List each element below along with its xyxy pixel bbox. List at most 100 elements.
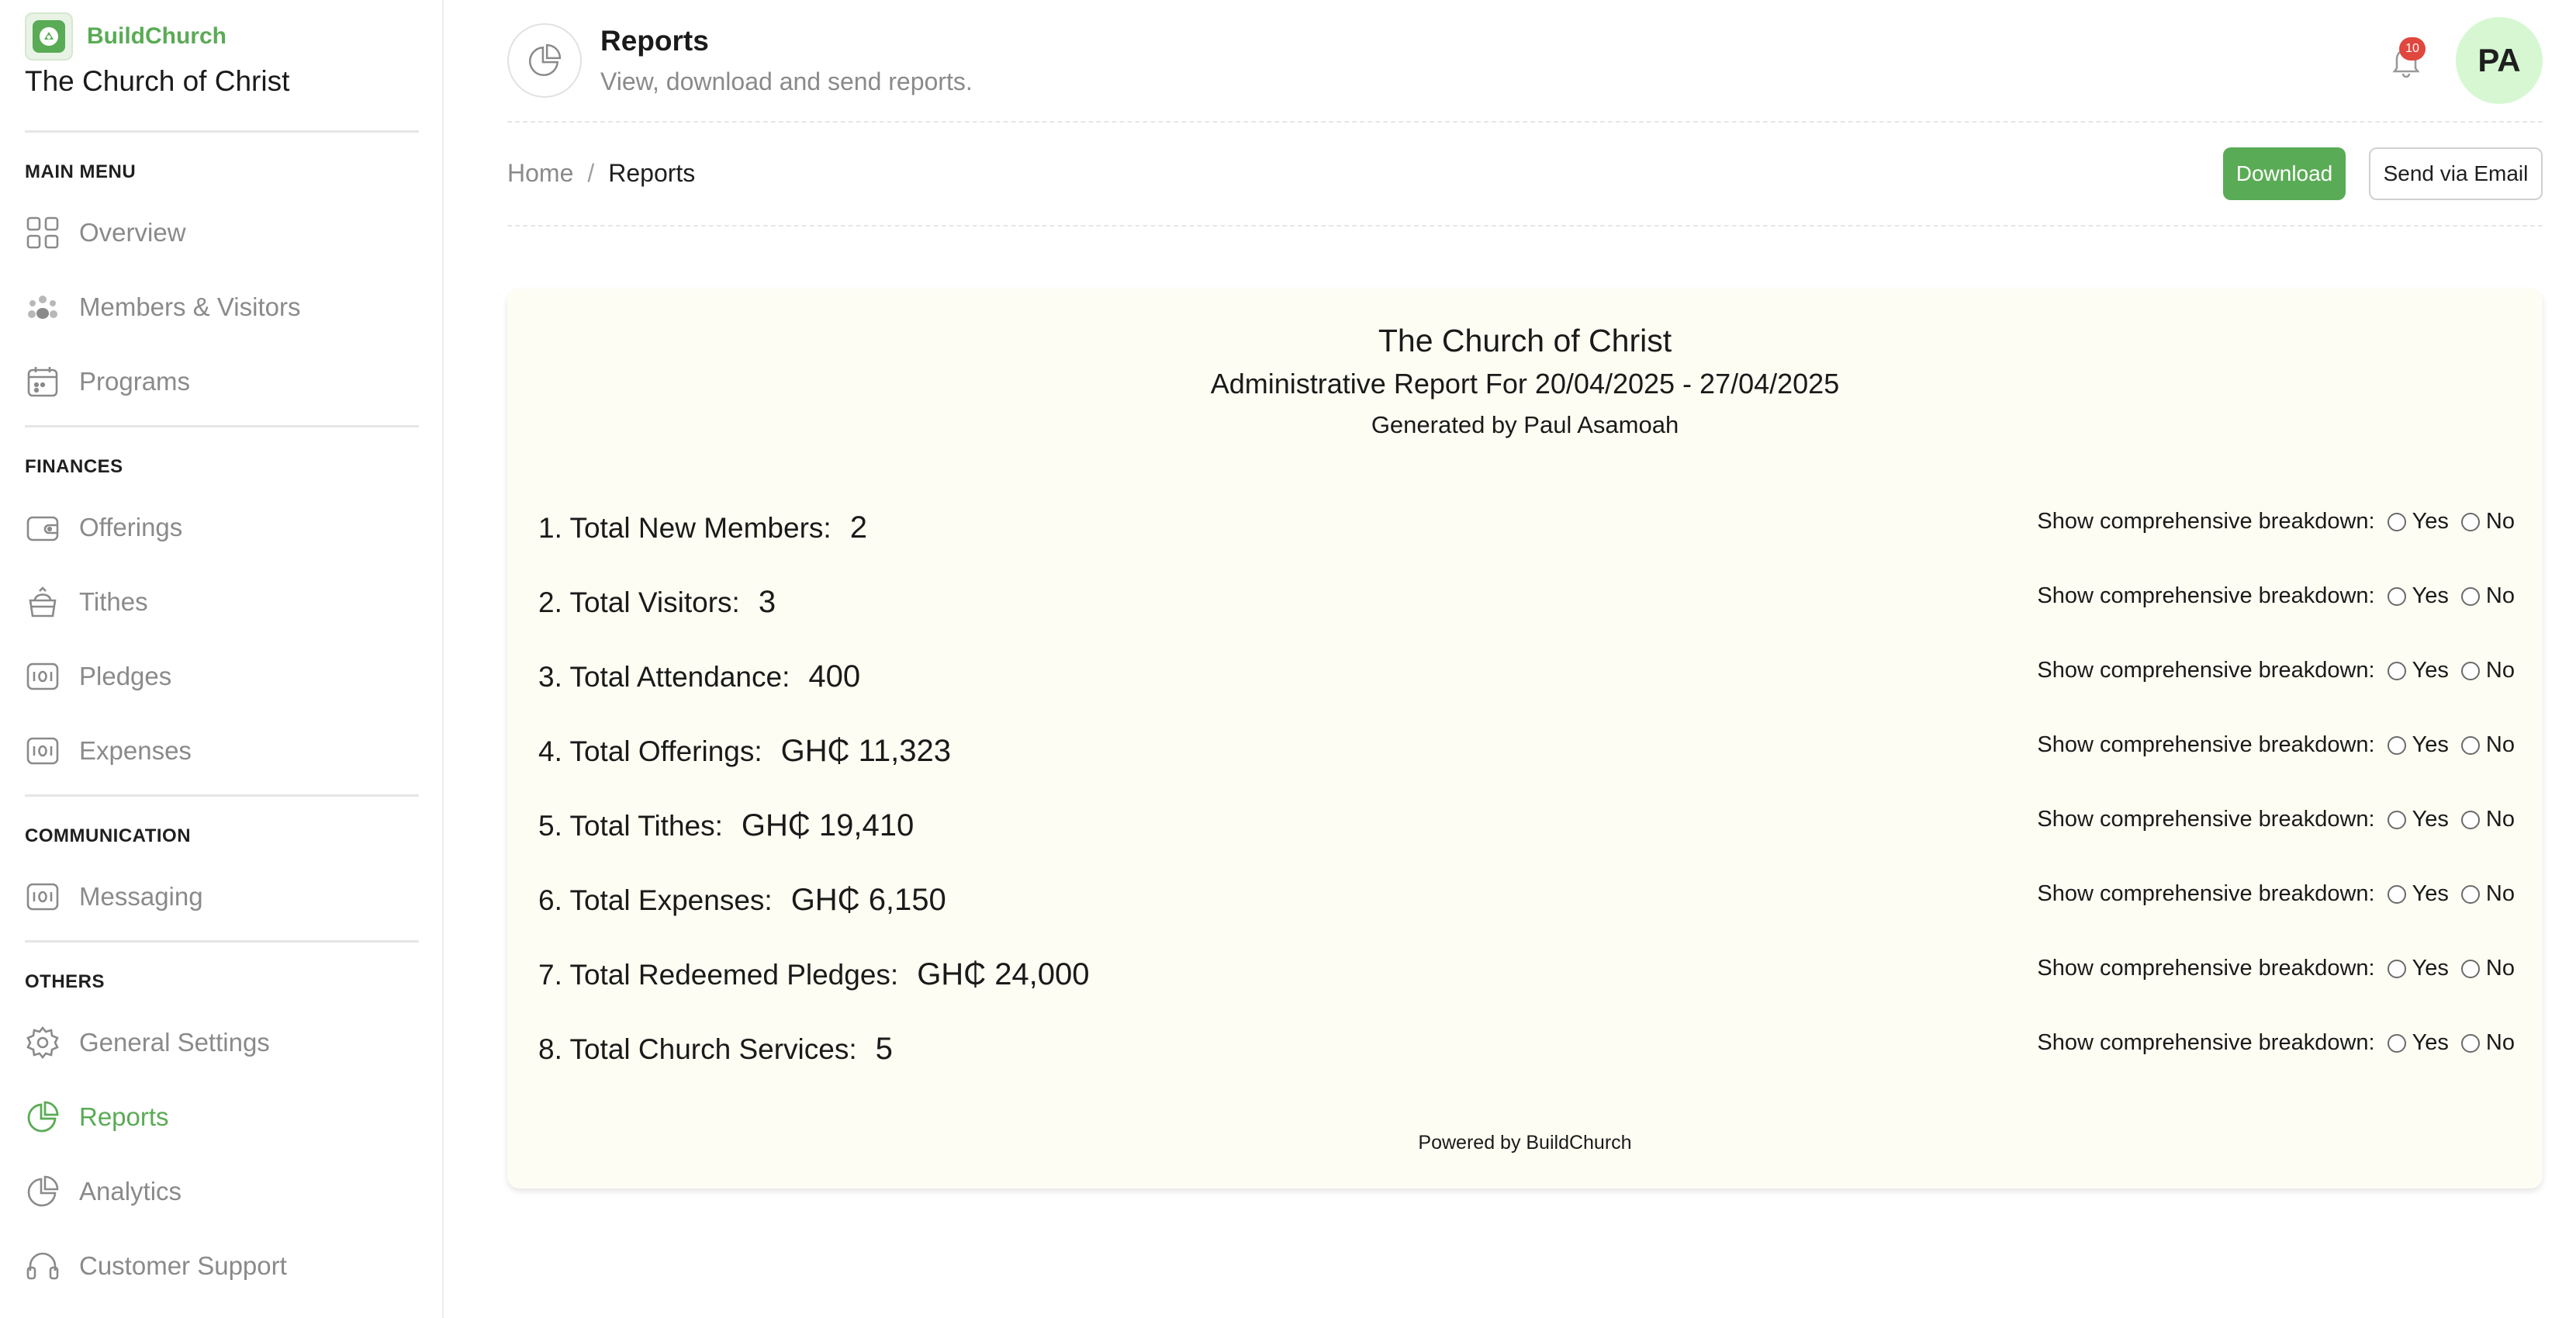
sidebar-item-label: Members & Visitors	[79, 292, 301, 321]
breakdown-no-radio[interactable]	[2460, 884, 2480, 904]
breakdown-yes-radio[interactable]	[2387, 884, 2406, 904]
row-value: GH₵ 19,410	[741, 808, 915, 842]
report-subtitle: Administrative Report For 20/04/2025 - 2…	[1210, 368, 1840, 400]
breakdown-no-radio[interactable]	[2460, 735, 2480, 755]
brand[interactable]: BuildChurch	[25, 12, 226, 61]
breakdown-no-radio[interactable]	[2460, 512, 2480, 531]
breakdown-yes-radio[interactable]	[2387, 810, 2406, 829]
breakdown-label: Show comprehensive breakdown:	[2037, 732, 2375, 757]
sidebar-item-label: Offerings	[79, 513, 183, 541]
sidebar-item-label: General Settings	[79, 1028, 270, 1057]
breadcrumb-home-link[interactable]: Home	[507, 159, 573, 188]
toolbar-divider	[507, 225, 2543, 227]
sidebar-item-expenses[interactable]: Expenses	[25, 726, 192, 776]
report-row-redeemed-pledges: 7. Total Redeemed Pledges: GH₵ 24,000 Sho…	[538, 951, 2515, 998]
user-avatar[interactable]: PA	[2456, 17, 2543, 104]
brand-name: BuildChurch	[87, 23, 226, 49]
no-label: No	[2485, 881, 2515, 906]
headset-icon	[25, 1248, 61, 1284]
breakdown-no-radio[interactable]	[2460, 661, 2480, 680]
row-value: GH₵ 6,150	[790, 883, 946, 917]
section-others: OTHERS	[25, 971, 105, 992]
breakdown-yes-radio[interactable]	[2387, 959, 2406, 978]
report-generated-by: Generated by Paul Asamoah	[1371, 411, 1679, 438]
breakdown-options: Show comprehensive breakdown: Yes No	[2037, 1030, 2515, 1056]
header-divider	[507, 121, 2543, 123]
breakdown-yes-radio[interactable]	[2387, 735, 2406, 755]
sidebar-item-offerings[interactable]: Offerings	[25, 503, 182, 552]
breakdown-label: Show comprehensive breakdown:	[2037, 956, 2375, 981]
no-label: No	[2485, 1030, 2515, 1055]
no-label: No	[2485, 583, 2515, 608]
breadcrumb: Home / Reports	[507, 159, 695, 188]
breakdown-label: Show comprehensive breakdown:	[2037, 881, 2375, 906]
page-title: Reports	[600, 25, 709, 57]
church-name: The Church of Christ	[25, 65, 290, 97]
sidebar-item-overview[interactable]: Overview	[25, 208, 186, 258]
sidebar-item-members-visitors[interactable]: Members & Visitors	[25, 282, 300, 332]
sidebar-item-analytics[interactable]: Analytics	[25, 1167, 182, 1216]
row-value: GH₵ 24,000	[917, 957, 1090, 991]
no-label: No	[2485, 509, 2515, 534]
money-icon	[25, 733, 61, 769]
yes-label: Yes	[2412, 583, 2449, 608]
breakdown-no-radio[interactable]	[2460, 586, 2480, 606]
sidebar-item-label: Reports	[79, 1102, 169, 1131]
money-icon	[25, 879, 61, 915]
download-button[interactable]: Download	[2223, 147, 2346, 200]
report-row-church-services: 8. Total Church Services: 5 Show comprehe…	[538, 1026, 2515, 1072]
row-value: 400	[808, 659, 861, 694]
report-card: The Church of Christ Administrative Repo…	[507, 289, 2543, 1188]
sidebar-item-programs[interactable]: Programs	[25, 357, 190, 406]
sidebar-item-messaging[interactable]: Messaging	[25, 872, 203, 922]
breakdown-label: Show comprehensive breakdown:	[2037, 807, 2375, 832]
breakdown-no-radio[interactable]	[2460, 1033, 2480, 1053]
breakdown-label: Show comprehensive breakdown:	[2037, 509, 2375, 534]
sidebar-item-label: Analytics	[79, 1177, 182, 1206]
yes-label: Yes	[2412, 658, 2449, 683]
yes-label: Yes	[2412, 1030, 2449, 1055]
report-row-expenses: 6. Total Expenses: GH₵ 6,150 Show compreh…	[538, 877, 2515, 923]
report-row-visitors: 2. Total Visitors: 3 Show comprehensive b…	[538, 579, 2515, 625]
report-row-tithes: 5. Total Tithes: GH₵ 19,410 Show comprehe…	[538, 802, 2515, 849]
breakdown-options: Show comprehensive breakdown: Yes No	[2037, 509, 2515, 534]
yes-label: Yes	[2412, 956, 2449, 981]
breakdown-no-radio[interactable]	[2460, 959, 2480, 978]
row-value: 2	[849, 510, 867, 545]
buildchurch-logo-icon	[25, 12, 73, 61]
yes-label: Yes	[2412, 509, 2449, 534]
sidebar-item-label: Overview	[79, 218, 186, 247]
breakdown-yes-radio[interactable]	[2387, 661, 2406, 680]
breakdown-no-radio[interactable]	[2460, 810, 2480, 829]
breakdown-label: Show comprehensive breakdown:	[2037, 658, 2375, 683]
breadcrumb-current: Reports	[608, 159, 696, 187]
sidebar-item-label: Customer Support	[79, 1251, 287, 1280]
row-value: GH₵ 11,323	[780, 734, 952, 768]
breakdown-options: Show comprehensive breakdown: Yes No	[2037, 658, 2515, 683]
row-label: 6. Total Expenses:	[538, 884, 773, 916]
breakdown-options: Show comprehensive breakdown: Yes No	[2037, 732, 2515, 758]
report-title: The Church of Christ	[1378, 323, 1672, 358]
send-via-email-button[interactable]: Send via Email	[2369, 147, 2543, 200]
row-label: 3. Total Attendance:	[538, 661, 790, 693]
row-label: 4. Total Offerings:	[538, 735, 762, 767]
breakdown-options: Show comprehensive breakdown: Yes No	[2037, 583, 2515, 609]
sidebar: BuildChurch The Church of Christ MAIN ME…	[0, 0, 444, 1318]
sidebar-item-tithes[interactable]: Tithes	[25, 577, 148, 627]
sidebar-item-reports[interactable]: Reports	[25, 1092, 169, 1142]
sidebar-item-customer-support[interactable]: Customer Support	[25, 1241, 287, 1291]
sidebar-item-label: Programs	[79, 367, 191, 396]
sidebar-item-general-settings[interactable]: General Settings	[25, 1018, 270, 1067]
row-label: 8. Total Church Services:	[538, 1033, 857, 1065]
breakdown-options: Show comprehensive breakdown: Yes No	[2037, 881, 2515, 907]
calendar-icon	[25, 364, 61, 400]
sidebar-divider	[25, 425, 419, 427]
breakdown-yes-radio[interactable]	[2387, 1033, 2406, 1053]
yes-label: Yes	[2412, 732, 2449, 757]
breakdown-yes-radio[interactable]	[2387, 586, 2406, 606]
sidebar-item-label: Tithes	[79, 587, 148, 616]
sidebar-item-pledges[interactable]: Pledges	[25, 652, 171, 701]
yes-label: Yes	[2412, 881, 2449, 906]
breakdown-yes-radio[interactable]	[2387, 512, 2406, 531]
grid-icon	[25, 215, 61, 251]
